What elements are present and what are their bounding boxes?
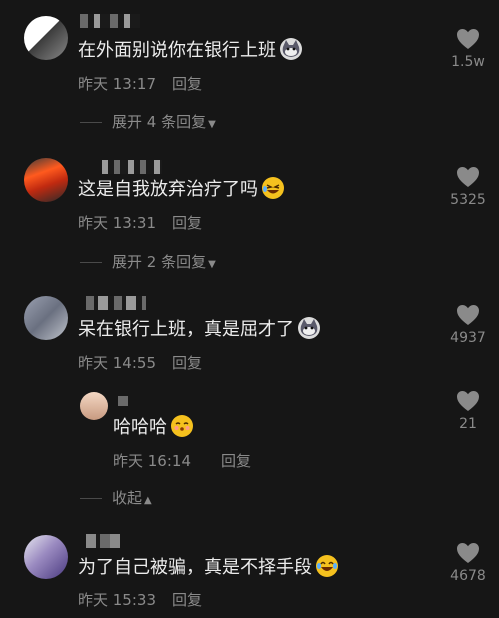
username[interactable] <box>86 534 120 548</box>
caret-down-icon: ▼ <box>208 119 216 130</box>
reply-button[interactable]: 回复 <box>172 75 202 93</box>
avatar[interactable] <box>24 535 68 579</box>
reply-button[interactable]: 回复 <box>172 591 202 609</box>
cat-face-icon <box>298 317 320 339</box>
heart-icon <box>457 543 479 563</box>
comment-meta: 昨天 13:31 回复 <box>78 212 202 233</box>
heart-icon <box>457 167 479 187</box>
username[interactable] <box>80 14 140 28</box>
timestamp: 昨天 15:33 <box>78 591 156 609</box>
comment-text: 呆在银行上班，真是屈才了 <box>78 317 320 341</box>
avatar[interactable] <box>24 296 68 340</box>
comment-meta: 昨天 14:55 回复 <box>78 352 202 373</box>
reply-text: 哈哈哈 <box>113 415 193 439</box>
username[interactable] <box>86 296 146 310</box>
reply-button[interactable]: 回复 <box>172 214 202 232</box>
caret-up-icon: ▲ <box>144 495 152 506</box>
timestamp: 昨天 13:17 <box>78 75 156 93</box>
comment-text: 这是自我放弃治疗了吗 <box>78 177 284 201</box>
timestamp: 昨天 13:31 <box>78 214 156 232</box>
reply-meta: 昨天 16:14 回复 <box>113 450 251 471</box>
avatar[interactable] <box>24 16 68 60</box>
tears-of-joy-face-icon <box>316 555 338 577</box>
heart-icon <box>457 29 479 49</box>
comment-meta: 昨天 15:33 回复 <box>78 589 202 610</box>
like-count: 21 <box>459 416 477 432</box>
like-button[interactable]: 4937 <box>438 304 498 346</box>
expand-replies-button[interactable]: 展开 4 条回复 ▼ <box>80 111 216 132</box>
like-count: 1.5w <box>451 54 485 70</box>
like-button[interactable]: 1.5w <box>438 28 498 70</box>
divider-line <box>80 122 102 123</box>
reply-username[interactable] <box>118 396 128 406</box>
timestamp: 昨天 14:55 <box>78 354 156 372</box>
like-button[interactable]: 21 <box>438 390 498 432</box>
like-button[interactable]: 5325 <box>438 166 498 208</box>
comment-text: 为了自己被骗，真是不择手段 <box>78 555 338 579</box>
reply-avatar[interactable] <box>80 392 108 420</box>
like-count: 4937 <box>450 330 486 346</box>
comment-meta: 昨天 13:17 回复 <box>78 73 202 94</box>
caret-down-icon: ▼ <box>208 259 216 270</box>
reply-button[interactable]: 回复 <box>221 452 251 470</box>
laughing-face-icon <box>262 177 284 199</box>
timestamp: 昨天 16:14 <box>113 452 191 470</box>
like-count: 5325 <box>450 192 486 208</box>
comment-text: 在外面别说你在银行上班 <box>78 38 302 62</box>
collapse-replies-button[interactable]: 收起 ▲ <box>80 487 152 508</box>
divider-line <box>80 262 102 263</box>
reply-button[interactable]: 回复 <box>172 354 202 372</box>
like-button[interactable]: 4678 <box>438 542 498 584</box>
cat-face-icon <box>280 38 302 60</box>
heart-icon <box>457 391 479 411</box>
like-count: 4678 <box>450 568 486 584</box>
avatar[interactable] <box>24 158 68 202</box>
expand-replies-button[interactable]: 展开 2 条回复 ▼ <box>80 251 216 272</box>
blush-face-icon <box>171 415 193 437</box>
username[interactable] <box>102 160 162 174</box>
heart-icon <box>457 305 479 325</box>
divider-line <box>80 498 102 499</box>
